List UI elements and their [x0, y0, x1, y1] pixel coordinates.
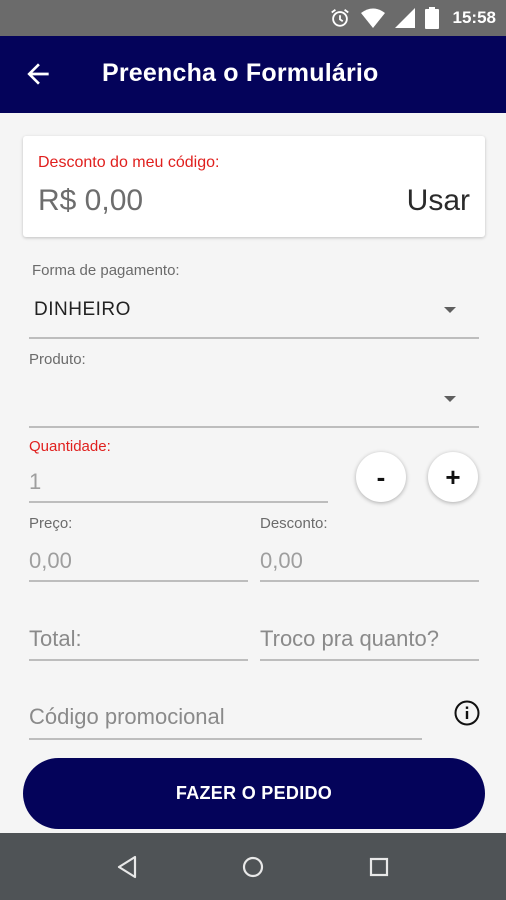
info-icon[interactable] — [454, 700, 480, 726]
discount-underline — [260, 580, 479, 582]
product-underline — [29, 426, 479, 428]
page-title: Preencha o Formulário — [102, 59, 379, 87]
total-underline — [29, 659, 248, 661]
quantity-label: Quantidade: — [29, 438, 111, 455]
status-time: 15:58 — [452, 8, 496, 27]
payment-select[interactable]: DINHEIRO — [34, 299, 131, 321]
battery-icon — [424, 7, 439, 29]
payment-label: Forma de pagamento: — [32, 262, 180, 279]
quantity-underline — [29, 501, 328, 503]
wifi-icon — [360, 8, 385, 28]
payment-underline — [29, 337, 479, 339]
status-icons: 15:58 — [329, 6, 496, 30]
place-order-button[interactable]: FAZER O PEDIDO — [23, 758, 485, 829]
signal-icon — [394, 8, 415, 28]
chevron-down-icon[interactable] — [444, 307, 456, 313]
price-input[interactable]: 0,00 — [29, 548, 72, 574]
arrow-back-icon[interactable] — [22, 58, 54, 90]
promo-underline — [29, 738, 422, 740]
discount-amount: R$ 0,00 — [38, 184, 144, 217]
change-underline — [260, 659, 479, 661]
price-underline — [29, 580, 248, 582]
back-triangle-icon[interactable] — [111, 851, 143, 883]
discount-input[interactable]: 0,00 — [260, 548, 303, 574]
system-nav-bar — [0, 833, 506, 900]
change-field[interactable]: Troco pra quanto? — [260, 626, 439, 652]
app-bar: Preencha o Formulário — [0, 36, 506, 113]
recents-square-icon[interactable] — [363, 851, 395, 883]
product-label: Produto: — [29, 351, 86, 368]
status-bar: 15:58 — [0, 0, 506, 36]
decrease-quantity-button[interactable]: - — [356, 452, 406, 502]
price-label: Preço: — [29, 515, 73, 532]
increase-quantity-button[interactable]: + — [428, 452, 478, 502]
quantity-input[interactable]: 1 — [29, 469, 41, 495]
discount-card: Desconto do meu código: R$ 0,00 Usar — [23, 136, 485, 237]
home-circle-icon[interactable] — [237, 851, 269, 883]
alarm-icon — [330, 9, 349, 27]
chevron-down-icon[interactable] — [444, 396, 456, 402]
discount-card-label: Desconto do meu código: — [38, 154, 220, 171]
promo-code-field[interactable]: Código promocional — [29, 704, 225, 730]
discount-label: Desconto: — [260, 515, 328, 532]
total-field[interactable]: Total: — [29, 626, 82, 652]
use-discount-button[interactable]: Usar — [407, 184, 470, 218]
